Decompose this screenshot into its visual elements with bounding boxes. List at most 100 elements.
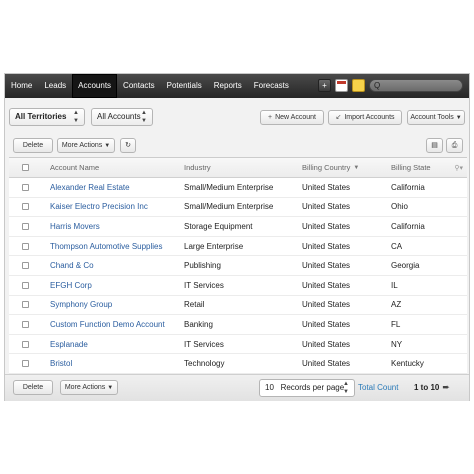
billing-state-cell: NY: [391, 339, 403, 349]
search-icon: Q: [374, 81, 381, 90]
delete-button[interactable]: Delete: [13, 138, 53, 153]
row-checkbox[interactable]: [22, 360, 29, 368]
table-row[interactable]: Kaiser Electro Precision Inc Small/Medium…: [9, 197, 467, 218]
industry-cell: Large Enterprise: [184, 241, 244, 251]
row-checkbox[interactable]: [22, 262, 29, 270]
new-account-button[interactable]: + New Account: [260, 110, 324, 125]
view-select[interactable]: All Accounts ▲ ▼: [91, 108, 153, 126]
next-page-icon[interactable]: ➨: [442, 382, 450, 393]
account-tools-label: Account Tools: [410, 114, 454, 121]
account-name-link[interactable]: Thompson Automotive Supplies: [50, 237, 163, 256]
view-toggle-button[interactable]: ▤: [426, 138, 443, 153]
row-checkbox[interactable]: [22, 242, 29, 250]
tab-home[interactable]: Home: [5, 74, 38, 98]
row-checkbox[interactable]: [22, 320, 29, 328]
billing-state-cell: IL: [391, 280, 398, 290]
tab-accounts[interactable]: Accounts: [72, 74, 118, 98]
table-row[interactable]: Symphony Group Retail United States AZ: [9, 295, 467, 316]
records-per-page-select[interactable]: 10 Records per page ▲ ▼: [259, 379, 355, 397]
account-name-link[interactable]: Chand & Co: [50, 256, 94, 275]
account-name-link[interactable]: Kaiser Electro Precision Inc: [50, 198, 148, 217]
billing-state-cell: California: [391, 182, 425, 192]
row-select-cell: [22, 354, 29, 373]
table-row[interactable]: Harris Movers Storage Equipment United Sta…: [9, 217, 467, 237]
header-billing-state[interactable]: Billing State: [391, 158, 431, 177]
industry-cell: IT Services: [184, 339, 224, 349]
row-checkbox[interactable]: [22, 340, 29, 348]
row-checkbox[interactable]: [22, 222, 29, 230]
more-actions-label: More Actions: [61, 142, 103, 149]
column-search-icon[interactable]: ⚲▾: [454, 164, 463, 172]
territory-select[interactable]: All Territories ▲ ▼: [9, 108, 85, 126]
tab-reports[interactable]: Reports: [208, 74, 248, 98]
plus-icon[interactable]: +: [318, 79, 331, 92]
billing-state-cell: AZ: [391, 300, 402, 310]
sort-down-icon: ▼: [353, 164, 360, 171]
sticky-note-icon[interactable]: [352, 79, 365, 92]
global-search-input[interactable]: Q: [369, 79, 463, 92]
chevron-down-icon: ▼: [107, 385, 114, 391]
header-billing-country[interactable]: Billing Country ▼: [302, 158, 359, 177]
tab-potentials[interactable]: Potentials: [161, 74, 208, 98]
calendar-icon[interactable]: [335, 79, 348, 92]
account-name-link[interactable]: Symphony Group: [50, 296, 112, 315]
row-select-cell: [22, 296, 29, 315]
filter-row: All Territories ▲ ▼ All Accounts ▲ ▼ + New …: [5, 108, 469, 128]
tab-leads[interactable]: Leads: [38, 74, 72, 98]
billing-country-cell: United States: [302, 261, 351, 271]
tab-forecasts[interactable]: Forecasts: [248, 74, 295, 98]
tab-contacts[interactable]: Contacts: [117, 74, 161, 98]
billing-state-cell: Kentucky: [391, 359, 424, 369]
print-button[interactable]: ⎙: [446, 138, 463, 153]
row-checkbox[interactable]: [22, 183, 29, 191]
territory-select-value: All Territories: [15, 112, 67, 121]
row-select-cell: [22, 315, 29, 334]
billing-country-cell: United States: [302, 221, 351, 231]
total-count-link[interactable]: Total Count: [358, 383, 398, 392]
table-row[interactable]: EFGH Corp IT Services United States IL: [9, 275, 467, 296]
account-name-link[interactable]: EFGH Corp: [50, 276, 92, 295]
table-row[interactable]: Thompson Automotive Supplies Large Enterp…: [9, 236, 467, 257]
pagination: 1 to 10 ➨: [414, 382, 450, 393]
table-row[interactable]: Esplanade IT Services United States NY: [9, 334, 467, 355]
plus-icon: +: [268, 114, 273, 121]
billing-country-cell: United States: [302, 182, 351, 192]
chevron-down-icon: ▼: [455, 115, 462, 121]
table-row[interactable]: Bristol Technology United States Kentucky: [9, 354, 467, 374]
new-account-label: New Account: [275, 114, 316, 121]
table-row[interactable]: Alexander Real Estate Small/Medium Enterp…: [9, 178, 467, 198]
nav-tools: + Q: [318, 79, 463, 92]
billing-country-cell: United States: [302, 319, 351, 329]
account-name-link[interactable]: Alexander Real Estate: [50, 178, 130, 197]
more-actions-button-bottom[interactable]: More Actions ▼: [60, 380, 118, 395]
billing-country-cell: United States: [302, 241, 351, 251]
account-name-link[interactable]: Bristol: [50, 354, 72, 373]
row-checkbox[interactable]: [22, 301, 29, 309]
industry-cell: Small/Medium Enterprise: [184, 182, 274, 192]
import-accounts-label: Import Accounts: [344, 114, 395, 121]
records-per-page-label: Records per page: [280, 383, 345, 392]
account-name-link[interactable]: Custom Function Demo Account: [50, 315, 165, 334]
table-row[interactable]: Custom Function Demo Account Banking Unite…: [9, 315, 467, 335]
more-actions-label: More Actions: [64, 384, 106, 391]
table-row[interactable]: Chand & Co Publishing United States Georgia: [9, 256, 467, 276]
table-body: Alexander Real Estate Small/Medium Enterp…: [9, 178, 467, 374]
account-name-link[interactable]: Esplanade: [50, 335, 88, 354]
row-select-cell: [22, 217, 29, 236]
print-icon: ⎙: [451, 142, 458, 149]
account-tools-button[interactable]: Account Tools ▼: [407, 110, 465, 125]
refresh-button[interactable]: ↻: [120, 138, 136, 153]
table-header: Account Name Industry Billing Country ▼ …: [9, 158, 467, 178]
delete-button-bottom[interactable]: Delete: [13, 380, 53, 395]
more-actions-button[interactable]: More Actions ▼: [57, 138, 115, 153]
account-name-link[interactable]: Harris Movers: [50, 217, 100, 236]
header-account-name[interactable]: Account Name: [50, 158, 99, 177]
row-checkbox[interactable]: [22, 203, 29, 211]
row-checkbox[interactable]: [22, 281, 29, 289]
billing-country-cell: United States: [302, 202, 351, 212]
list-view-icon: ▤: [431, 142, 438, 149]
select-all-checkbox[interactable]: [22, 164, 29, 171]
import-icon: ↙: [335, 114, 342, 121]
header-industry[interactable]: Industry: [184, 158, 211, 177]
import-accounts-button[interactable]: ↙ Import Accounts: [328, 110, 402, 125]
